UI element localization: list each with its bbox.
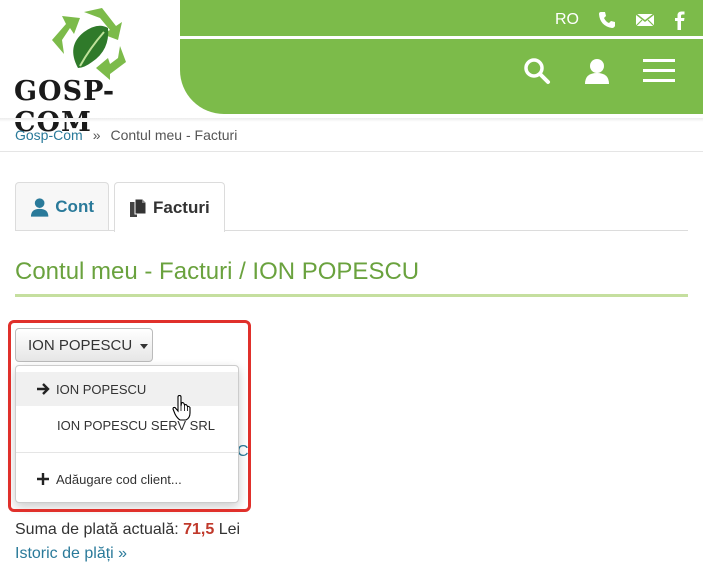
user-icon <box>30 197 49 217</box>
top-links: RO <box>555 6 685 34</box>
tab-facturi[interactable]: Facturi <box>114 182 225 232</box>
breadcrumb-home[interactable]: Gosp-Com <box>15 127 83 143</box>
breadcrumb-separator: » <box>92 127 101 143</box>
breadcrumb: Gosp-Com » Contul meu - Facturi <box>15 127 237 143</box>
breadcrumb-divider <box>0 151 703 152</box>
site-header: GOSP-COM RO <box>0 0 703 138</box>
phone-icon[interactable] <box>597 10 617 30</box>
tab-cont[interactable]: Cont <box>15 182 109 230</box>
hand-pointer-cursor-icon <box>172 395 191 421</box>
logo[interactable]: GOSP-COM <box>0 0 180 138</box>
title-underline <box>15 294 688 297</box>
breadcrumb-current: Contul meu - Facturi <box>110 127 238 143</box>
recycle-leaf-icon <box>52 8 126 80</box>
payment-history-link[interactable]: Istoric de plăți » <box>15 545 127 563</box>
account-tabs: Cont Facturi <box>15 182 688 232</box>
hamburger-menu-icon[interactable] <box>643 58 675 84</box>
current-amount-label: Suma de plată actuală: <box>15 521 179 538</box>
tab-cont-label: Cont <box>55 196 94 216</box>
tab-facturi-label: Facturi <box>153 197 210 217</box>
language-selector[interactable]: RO <box>555 11 579 29</box>
header-actions <box>523 52 675 90</box>
user-icon[interactable] <box>583 57 611 85</box>
search-icon[interactable] <box>523 57 551 85</box>
page-title: Contul meu - Facturi / ION POPESCU <box>15 258 420 285</box>
currency-label: Lei <box>218 521 241 538</box>
highlight-annotation <box>8 320 251 512</box>
mail-icon[interactable] <box>635 12 655 28</box>
current-amount-line: Suma de plată actuală: 71,5 Lei <box>15 521 240 539</box>
header-shadow <box>0 118 703 122</box>
documents-icon <box>130 198 147 217</box>
current-amount-value: 71,5 <box>183 521 215 538</box>
header-divider <box>180 36 703 39</box>
facebook-icon[interactable] <box>673 10 685 30</box>
